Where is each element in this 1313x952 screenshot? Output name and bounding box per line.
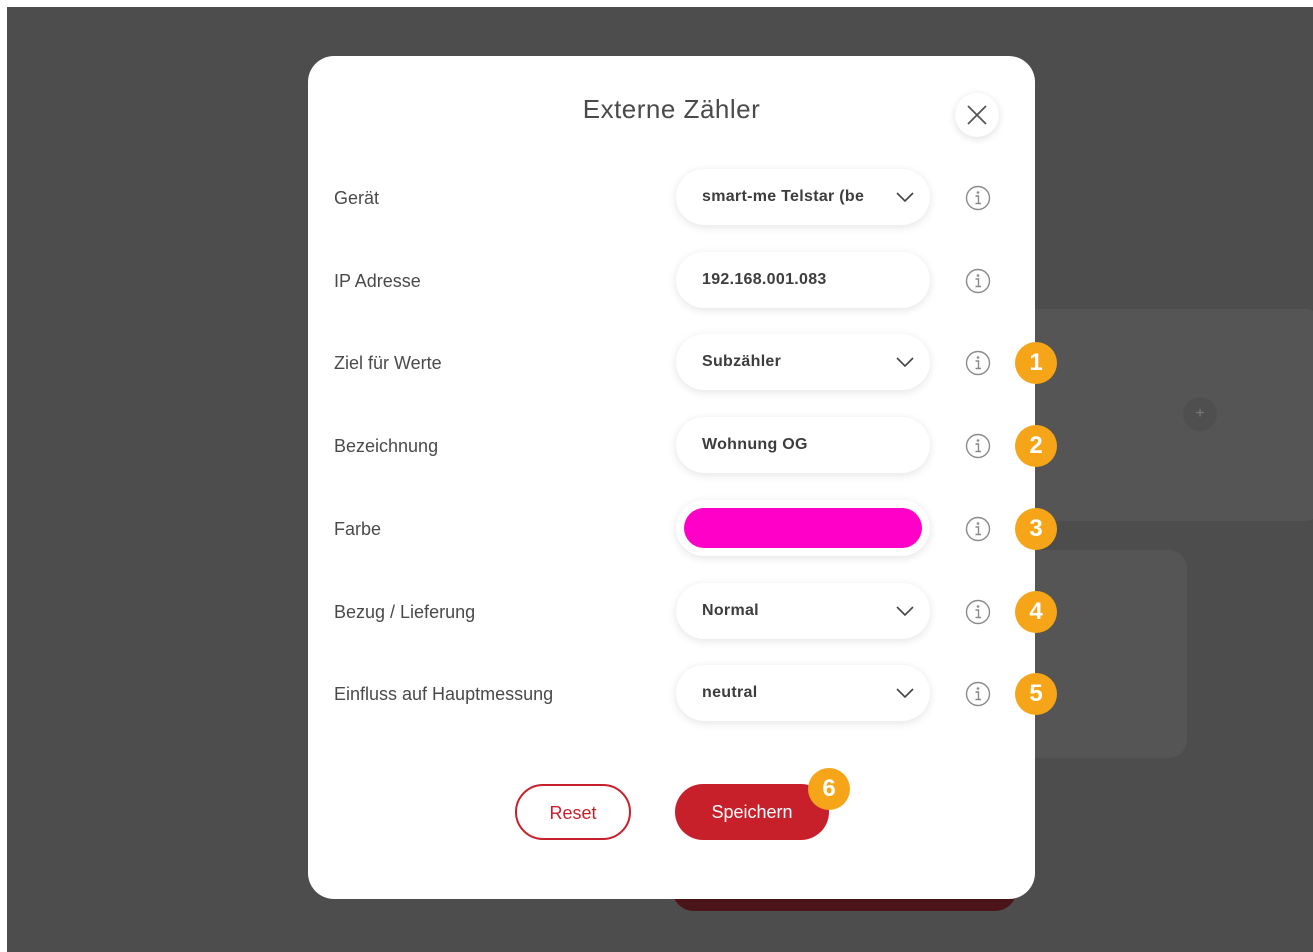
target-select[interactable]: Subzähler (676, 334, 930, 390)
info-icon[interactable] (965, 681, 991, 707)
row-color: Farbe 3 (308, 500, 1057, 558)
reset-button[interactable]: Reset (515, 784, 631, 840)
step-badge: 6 (808, 768, 850, 810)
background-add-button: + (1183, 397, 1217, 431)
info-icon[interactable] (965, 599, 991, 625)
step-badge: 1 (1015, 342, 1057, 384)
step-badge: 4 (1015, 591, 1057, 633)
chevron-down-icon (896, 606, 914, 616)
row-device: Gerät smart-me Telstar (be (308, 169, 1035, 227)
direction-select[interactable]: Normal (676, 583, 930, 639)
chevron-down-icon (896, 192, 914, 202)
row-target: Ziel für Werte Subzähler 1 (308, 334, 1057, 392)
info-icon[interactable] (965, 516, 991, 542)
direction-label: Bezug / Lieferung (334, 602, 476, 622)
influence-value: neutral (702, 684, 758, 701)
device-value: smart-me Telstar (be (702, 188, 865, 205)
row-direction: Bezug / Lieferung Normal 4 (308, 583, 1057, 641)
row-influence: Einfluss auf Hauptmessung neutral 5 (308, 665, 1057, 723)
background-panel (1007, 309, 1313, 521)
info-icon[interactable] (965, 268, 991, 294)
save-button[interactable]: Speichern (675, 784, 829, 840)
device-label: Gerät (334, 188, 380, 208)
row-name: Bezeichnung Wohnung OG 2 (308, 417, 1057, 475)
step-badge: 2 (1015, 425, 1057, 467)
close-button[interactable] (955, 93, 999, 137)
step-badge: 5 (1015, 673, 1057, 715)
target-label: Ziel für Werte (334, 353, 442, 373)
info-icon[interactable] (965, 185, 991, 211)
info-icon[interactable] (965, 433, 991, 459)
influence-label: Einfluss auf Hauptmessung (334, 684, 554, 704)
ip-address-label: IP Adresse (334, 271, 421, 291)
name-input[interactable]: Wohnung OG (676, 417, 930, 473)
ip-address-input[interactable]: 192.168.001.083 (676, 252, 930, 308)
color-label: Farbe (334, 519, 382, 539)
ip-address-value: 192.168.001.083 (702, 271, 827, 288)
info-icon[interactable] (965, 350, 991, 376)
color-swatch (684, 508, 922, 548)
target-value: Subzähler (702, 353, 782, 370)
direction-value: Normal (702, 602, 759, 619)
external-meters-dialog: Externe Zähler Gerät smart-me Telstar (b… (308, 56, 1057, 899)
chevron-down-icon (896, 688, 914, 698)
chevron-down-icon (896, 357, 914, 367)
close-icon (967, 105, 987, 125)
name-value: Wohnung OG (702, 436, 808, 453)
color-picker[interactable] (676, 500, 930, 556)
step-badge: 3 (1015, 508, 1057, 550)
row-ip-address: IP Adresse 192.168.001.083 (308, 252, 1035, 310)
influence-select[interactable]: neutral (676, 665, 930, 721)
name-label: Bezeichnung (334, 436, 439, 456)
dialog-title: Externe Zähler (582, 94, 761, 124)
device-select[interactable]: smart-me Telstar (be (676, 169, 930, 225)
